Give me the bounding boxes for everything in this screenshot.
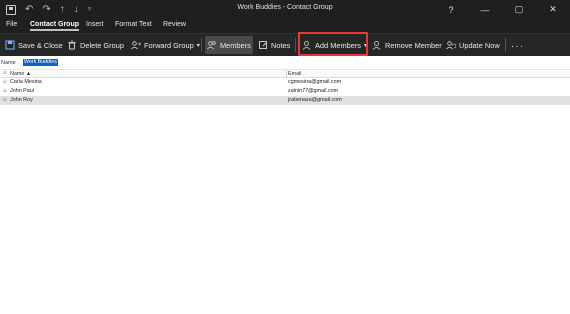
more-options-icon[interactable]: ··· (511, 41, 524, 52)
member-name: Carla Mesina (10, 79, 42, 85)
members-label: Members (220, 40, 251, 50)
restore-icon[interactable]: ▢ (502, 0, 536, 19)
notes-label: Notes (271, 40, 291, 50)
member-name: John Paul (10, 88, 34, 94)
table-header: ☺ Name ▲ Email (0, 70, 570, 78)
ribbon-tabs: File Contact Group Insert Format Text Re… (0, 19, 570, 33)
member-email: cgmesina@gmail.com (288, 79, 342, 85)
table-row[interactable]: ☺ John Roy jrabenaza@gmail.com (0, 96, 570, 105)
member-email: jrabenaza@gmail.com (288, 97, 342, 103)
remove-member-label: Remove Member (385, 40, 442, 50)
save-close-label: Save & Close (18, 40, 63, 50)
contact-type-icon: ☺ (2, 70, 8, 76)
table-row[interactable]: ☺ Carla Mesina cgmesina@gmail.com (0, 78, 570, 87)
save-icon[interactable] (6, 4, 16, 15)
save-close-button[interactable]: Save & Close (3, 36, 65, 54)
member-email: zainin77@gmail.com (288, 88, 339, 94)
contact-icon: ☺ (2, 79, 8, 85)
trash-icon (68, 40, 76, 50)
tab-contact-group[interactable]: Contact Group (30, 21, 79, 31)
ribbon: Save & Close Delete Group Forward Group … (0, 33, 570, 56)
window-controls: ? — ▢ ✕ (434, 0, 570, 19)
save-close-icon (5, 40, 15, 50)
undo-icon[interactable]: ↶ (25, 3, 33, 16)
notes-button[interactable]: Notes (256, 36, 292, 54)
column-divider[interactable] (286, 70, 287, 78)
up-icon[interactable]: ↑ (60, 3, 65, 16)
column-header-email[interactable]: Email (288, 71, 301, 78)
update-people-icon (446, 41, 456, 50)
tab-insert[interactable]: Insert (86, 21, 104, 28)
contact-icon: ☺ (2, 97, 8, 103)
chevron-down-icon: ▾ (364, 42, 368, 49)
update-now-button[interactable]: Update Now (444, 36, 502, 54)
remove-member-button[interactable]: Remove Member (370, 36, 444, 54)
members-table: ☺ Name ▲ Email ☺ Carla Mesina cgmesina@g… (0, 70, 570, 105)
forward-group-label: Forward Group (144, 40, 194, 50)
tab-format-text[interactable]: Format Text (115, 21, 152, 28)
minimize-icon[interactable]: — (468, 0, 502, 19)
member-name: John Roy (10, 97, 33, 103)
ribbon-divider (295, 38, 296, 52)
members-icon (207, 41, 216, 50)
redo-icon[interactable]: ↷ (42, 3, 50, 16)
delete-group-label: Delete Group (80, 40, 124, 50)
tab-review[interactable]: Review (163, 21, 186, 28)
help-icon[interactable]: ? (434, 0, 468, 19)
notes-icon (259, 41, 267, 49)
members-button[interactable]: Members (205, 36, 253, 54)
group-name-bar: Name Work Buddies (0, 56, 570, 70)
contact-icon: ☺ (2, 88, 8, 94)
add-person-icon (302, 41, 311, 50)
update-now-label: Update Now (459, 40, 500, 50)
add-members-button[interactable]: Add Members ▾ (300, 36, 369, 54)
forward-group-icon (131, 41, 141, 50)
name-label: Name (1, 60, 16, 66)
ribbon-divider (201, 38, 202, 52)
chevron-down-icon: ▾ (196, 42, 200, 49)
ribbon-divider (505, 38, 506, 52)
delete-group-button[interactable]: Delete Group (65, 36, 126, 54)
quick-access-toolbar: ↶ ↷ ↑ ↓ ▿ (6, 3, 91, 16)
group-name-input[interactable]: Work Buddies (23, 59, 58, 66)
column-header-name[interactable]: Name ▲ (10, 71, 31, 78)
close-icon[interactable]: ✕ (536, 0, 570, 19)
forward-group-button[interactable]: Forward Group ▾ (129, 36, 202, 54)
add-members-label: Add Members (315, 40, 362, 50)
remove-person-icon (372, 41, 381, 50)
tab-file[interactable]: File (6, 21, 17, 28)
title-bar: ↶ ↷ ↑ ↓ ▿ Work Buddies - Contact Group ?… (0, 0, 570, 19)
customize-icon[interactable]: ▿ (88, 3, 92, 16)
down-icon[interactable]: ↓ (74, 3, 79, 16)
table-row[interactable]: ☺ John Paul zainin77@gmail.com (0, 87, 570, 96)
